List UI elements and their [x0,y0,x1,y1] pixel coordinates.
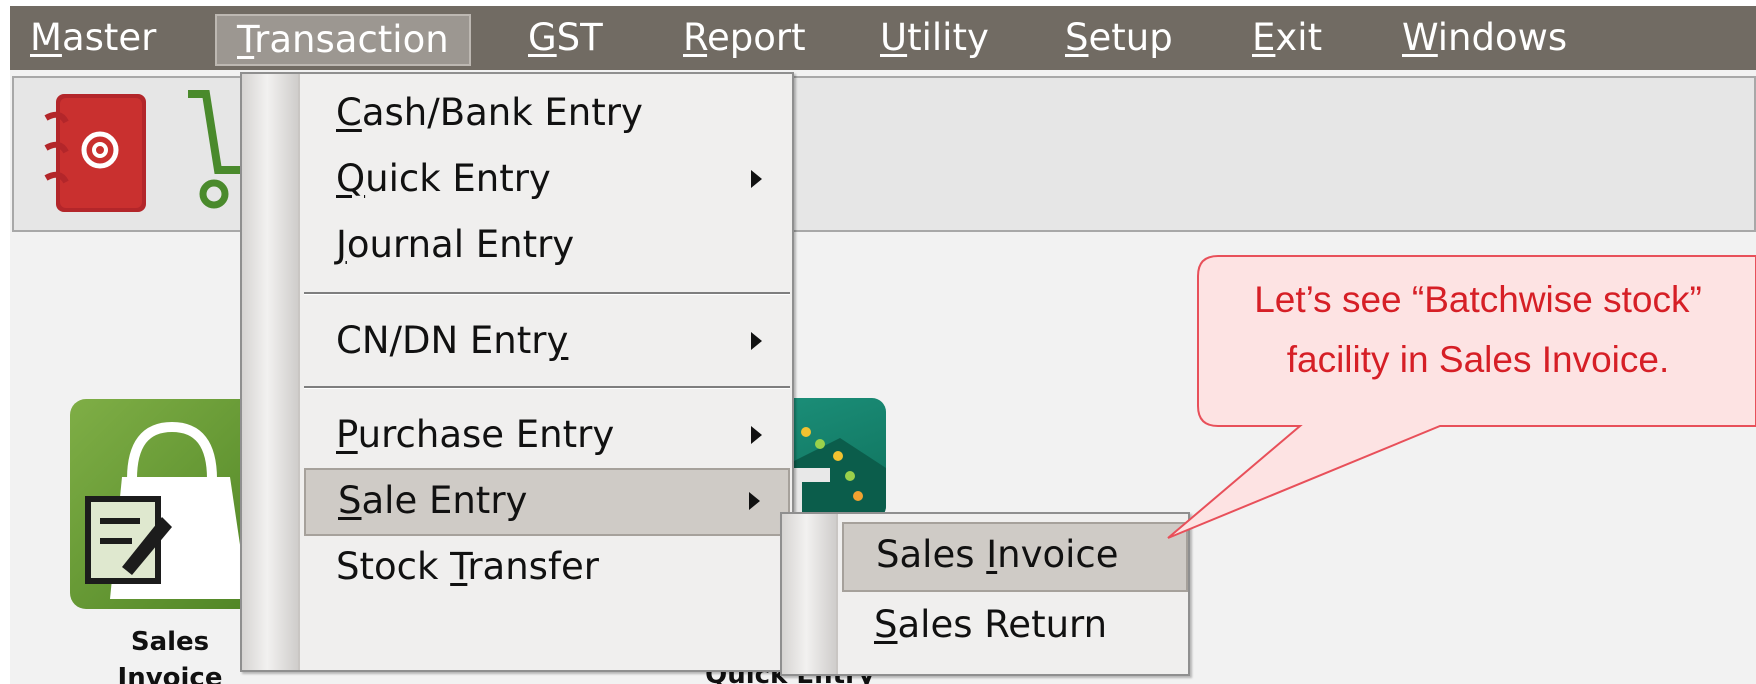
sales-invoice-shortcut-label: Sales Invoice [105,624,235,684]
menu-exit[interactable]: Exit [1232,14,1342,66]
sale-entry-hotkey: S [338,479,362,522]
cn-dn-hotkey: y [546,319,569,362]
menu-master-label: aster [61,16,157,59]
submenu-arrow-icon [751,170,762,188]
menu-item-purchase-entry[interactable]: Purchase Entry [304,402,790,470]
menu-setup-hotkey: S [1065,16,1089,59]
journal-entry-label: ournal Entry [346,223,575,266]
menu-windows[interactable]: Windows [1382,14,1587,66]
transaction-dropdown-menu: Cash/Bank Entry Quick Entry Journal Entr… [240,72,794,672]
menu-transaction-hotkey: T [237,18,255,61]
menu-gutter [242,74,300,670]
sale-entry-submenu: Sales Invoice Sales Return [780,512,1190,676]
menu-exit-label: xit [1275,16,1323,59]
menu-separator [304,386,790,389]
menu-setup[interactable]: Setup [1045,14,1193,66]
contacts-book-icon[interactable] [38,92,150,216]
quick-entry-shortcut[interactable] [780,398,886,520]
menu-item-cash-bank-entry[interactable]: Cash/Bank Entry [304,80,790,148]
menu-item-stock-transfer[interactable]: Stock Transfer [304,534,790,602]
cash-bank-label: ash/Bank Entry [361,91,643,134]
menu-report-label: eport [707,16,806,59]
menu-item-journal-entry[interactable]: Journal Entry [304,212,790,280]
quick-entry-hotkey: Q [336,157,366,200]
menu-master-hotkey: M [30,16,62,59]
submenu-item-sales-return[interactable]: Sales Return [842,592,1188,662]
sales-invoice-hotkey: I [986,533,998,576]
menu-gst-hotkey: G [528,16,557,59]
quick-entry-label: uick Entry [365,157,551,200]
menu-exit-hotkey: E [1252,16,1276,59]
submenu-arrow-icon [749,492,760,510]
journal-entry-hotkey: J [336,223,347,266]
menu-transaction[interactable]: Transaction [215,14,471,66]
menu-setup-label: etup [1088,16,1173,59]
menu-utility[interactable]: Utility [860,14,1009,66]
stock-transfer-hotkey: T [450,545,468,588]
submenu-arrow-icon [751,426,762,444]
menu-report-hotkey: R [683,16,708,59]
sales-return-label: ales Return [897,603,1108,646]
sales-return-hotkey: S [874,603,898,646]
menu-utility-hotkey: U [880,16,908,59]
menu-windows-hotkey: W [1402,16,1438,59]
menu-master[interactable]: Master [10,14,176,66]
menu-transaction-label: ransaction [254,18,449,61]
sale-entry-label: ale Entry [361,479,528,522]
menu-separator [304,292,790,295]
menu-utility-label: tility [907,16,989,59]
menu-gst-label: ST [556,16,603,59]
cn-dn-label-prefix: CN/DN Entr [336,319,547,362]
sales-invoice-label-line1: Sales [130,627,210,657]
menu-gst[interactable]: GST [508,14,623,66]
callout-line2: facility in Sales Invoice. [1286,339,1670,380]
menu-item-quick-entry[interactable]: Quick Entry [304,146,790,214]
quick-entry-icon [780,427,886,520]
submenu-item-sales-invoice[interactable]: Sales Invoice [842,522,1188,592]
purchase-entry-label: urchase Entry [357,413,615,456]
stock-transfer-label-suffix: ransfer [467,545,599,588]
submenu-arrow-icon [751,332,762,350]
menu-windows-label: indows [1437,16,1568,59]
sales-invoice-label-line2: Invoice [117,663,223,684]
menu-bar: Master Transaction GST Report Utility Se… [10,6,1756,70]
menu-report[interactable]: Report [663,14,826,66]
submenu-gutter [782,514,838,674]
sales-invoice-label-prefix: Sales [876,533,987,576]
purchase-entry-hotkey: P [336,413,358,456]
menu-item-sale-entry[interactable]: Sale Entry [304,468,790,536]
menu-item-cn-dn-entry[interactable]: CN/DN Entry [304,308,790,376]
stock-transfer-label-prefix: Stock [336,545,451,588]
sales-invoice-label-suffix: nvoice [997,533,1119,576]
callout-line1: Let’s see “Batchwise stock” [1254,279,1702,320]
cash-bank-hotkey: C [336,91,362,134]
callout-text: Let’s see “Batchwise stock” facility in … [1200,270,1756,420]
shopping-cart-icon[interactable] [184,90,244,220]
